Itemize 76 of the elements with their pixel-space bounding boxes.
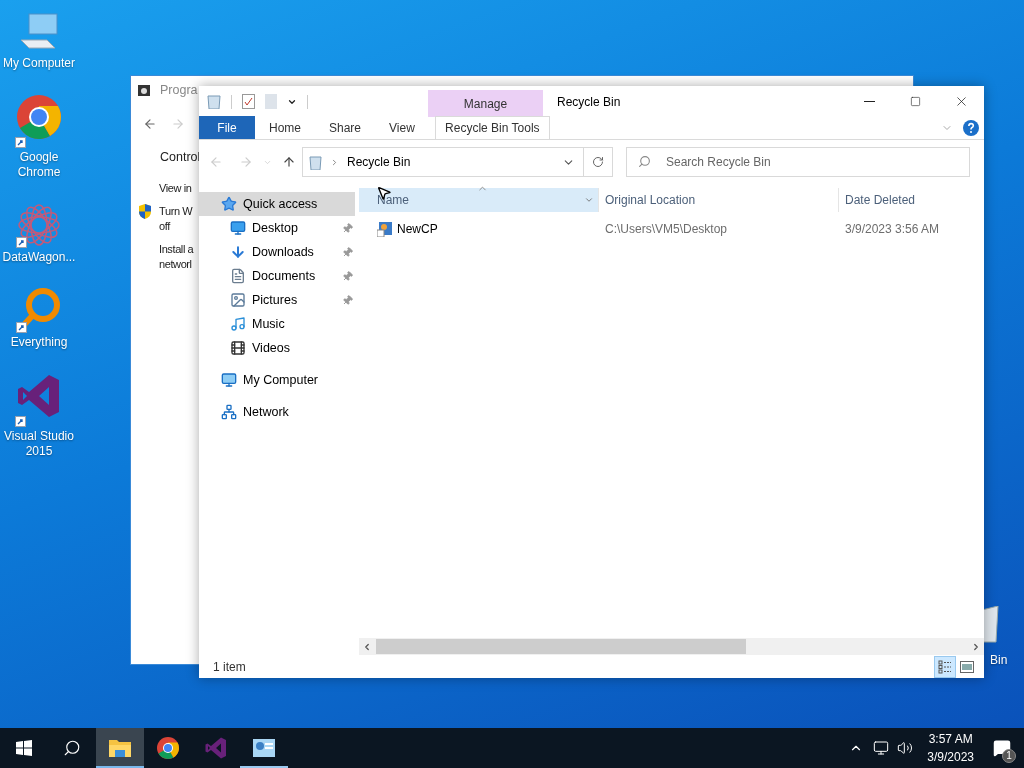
task-link[interactable]: View in <box>159 180 192 196</box>
refresh-icon[interactable] <box>592 156 604 168</box>
search-field[interactable]: Search Recycle Bin <box>626 147 970 177</box>
search-icon <box>638 155 651 168</box>
nav-item[interactable]: Music <box>199 312 355 336</box>
download-icon <box>230 244 246 260</box>
up-icon[interactable] <box>282 155 296 169</box>
volume-icon[interactable] <box>897 740 914 756</box>
action-center-button[interactable]: 1 <box>980 728 1024 768</box>
help-icon[interactable] <box>963 120 979 136</box>
network-icon <box>221 404 237 420</box>
task-link[interactable]: Turn W off <box>159 203 193 234</box>
document-icon <box>230 268 246 284</box>
taskbar-button[interactable] <box>96 728 144 768</box>
monitor-icon <box>230 220 246 236</box>
chrome-icon <box>156 736 180 760</box>
computer-icon <box>221 372 237 388</box>
music-note-icon <box>230 316 246 332</box>
recycle-bin-icon <box>207 94 221 109</box>
maximize-icon <box>909 96 921 107</box>
desktop-icon-label[interactable]: Bin <box>990 651 1008 669</box>
ribbon-tab[interactable]: View <box>375 116 429 139</box>
app-icon <box>137 83 151 97</box>
star-icon <box>221 196 237 212</box>
ribbon-tab[interactable]: Recycle Bin Tools <box>434 116 550 139</box>
column-header[interactable]: Name <box>359 188 598 212</box>
folder-icon <box>108 738 132 758</box>
desktop-icon-label[interactable]: DataWagon... <box>2 250 76 265</box>
picture-icon <box>230 292 246 308</box>
shortcut-file-icon <box>377 221 393 237</box>
table-cell-text: C:\Users\VM5\Desktop <box>604 221 729 238</box>
nav-item[interactable]: Pictures <box>199 288 355 312</box>
window-title: Recycle Bin <box>557 93 622 111</box>
film-icon <box>230 340 246 356</box>
context-tab-header: Manage <box>428 90 543 117</box>
nav-item[interactable]: My Computer <box>199 368 355 392</box>
file-row[interactable]: NewCP C:\Users\VM5\Desktop 3/9/2023 3:56 AM <box>359 218 984 240</box>
properties-icon[interactable] <box>242 94 255 109</box>
status-text: 1 item <box>213 658 247 676</box>
nav-item[interactable]: Desktop <box>199 216 355 240</box>
nav-item[interactable]: Videos <box>199 336 355 360</box>
table-cell-text: NewCP <box>397 221 438 238</box>
nav-item[interactable]: Network <box>199 400 355 424</box>
column-header[interactable]: Date Deleted <box>838 188 984 212</box>
horizontal-scrollbar[interactable] <box>359 638 984 655</box>
app-window-icon <box>253 739 275 757</box>
nav-item[interactable]: Documents <box>199 264 355 288</box>
minimize-icon <box>863 101 875 102</box>
notification-count: 1 <box>1002 749 1016 763</box>
table-cell-text: 3/9/2023 3:56 AM <box>844 221 941 238</box>
desktop-icon-label[interactable]: Visual Studio 2015 <box>0 429 78 459</box>
network-icon[interactable] <box>873 740 890 756</box>
desktop-icon-label[interactable]: Everything <box>10 335 68 350</box>
visual-studio-icon <box>204 736 228 760</box>
back-icon[interactable] <box>143 117 157 131</box>
details-view-button[interactable] <box>934 655 956 678</box>
window-title: Progra <box>160 81 198 99</box>
large-icons-icon <box>960 660 974 673</box>
column-header[interactable]: Original Location <box>598 188 838 212</box>
task-link[interactable]: Install a networl <box>159 241 194 272</box>
address-bar[interactable]: Recycle Bin <box>302 147 613 177</box>
ribbon-tab[interactable]: File <box>199 116 255 139</box>
clock[interactable]: 3:57 AM 3/9/2023 <box>921 730 980 766</box>
ribbon-tab[interactable]: Home <box>255 116 315 139</box>
breadcrumb-chevron-icon[interactable] <box>330 157 339 167</box>
mandala-icon <box>16 202 62 248</box>
chrome-icon <box>15 93 63 141</box>
ribbon-tab[interactable]: Share <box>315 116 376 139</box>
details-icon <box>938 659 952 674</box>
search-icon <box>63 739 81 757</box>
scroll-right-icon[interactable] <box>971 641 981 652</box>
windows-logo-icon <box>16 740 32 756</box>
nav-item[interactable]: Quick access <box>199 192 355 216</box>
nav-item[interactable]: Downloads <box>199 240 355 264</box>
recycle-bin-icon <box>309 154 322 170</box>
scroll-left-icon[interactable] <box>362 641 372 652</box>
